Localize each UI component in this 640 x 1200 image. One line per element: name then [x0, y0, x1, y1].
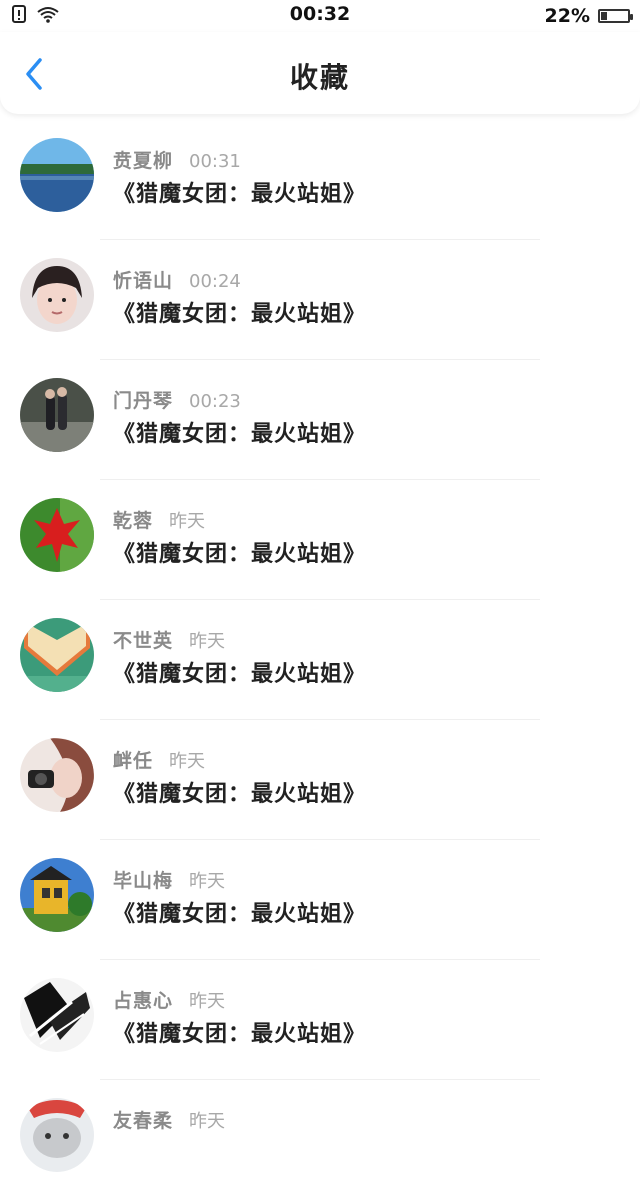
page-title: 收藏 [289, 61, 350, 94]
item-time: 昨天 [189, 1111, 226, 1132]
name-line: 不世英 昨天 [113, 626, 225, 653]
user-name: 忻语山 [113, 270, 174, 292]
list-item[interactable]: 不世英 昨天 《猎魔女团：最火站姐》 [0, 600, 640, 720]
item-time: 昨天 [189, 991, 226, 1012]
item-time: 昨天 [169, 511, 206, 532]
item-time: 00:24 [189, 271, 241, 292]
avatar [20, 498, 94, 572]
status-time: 00:32 [289, 3, 351, 25]
name-line: 占惠心 昨天 [113, 986, 225, 1013]
name-line: 毕山梅 昨天 [113, 866, 225, 893]
list-item[interactable]: 毕山梅 昨天 《猎魔女团：最火站姐》 [0, 840, 640, 960]
item-time: 昨天 [189, 631, 226, 652]
list-item[interactable]: 衅任 昨天 《猎魔女团：最火站姐》 [0, 720, 640, 840]
user-name: 不世英 [113, 630, 174, 652]
list-item[interactable]: 占惠心 昨天 《猎魔女团：最火站姐》 [0, 960, 640, 1080]
name-line: 乾蓉 昨天 [113, 506, 205, 533]
user-name: 乾蓉 [113, 510, 154, 532]
name-line: 贲夏柳 00:31 [113, 146, 241, 173]
item-time: 昨天 [189, 871, 226, 892]
user-name: 毕山梅 [113, 870, 174, 892]
item-title: 《猎魔女团：最火站姐》 [113, 662, 367, 687]
name-line: 衅任 昨天 [113, 746, 205, 773]
name-line: 门丹琴 00:23 [113, 386, 241, 413]
item-time: 昨天 [169, 751, 206, 772]
list-item[interactable]: 乾蓉 昨天 《猎魔女团：最火站姐》 [0, 480, 640, 600]
name-line: 忻语山 00:24 [113, 266, 241, 293]
avatar [20, 138, 94, 212]
list-item[interactable]: 门丹琴 00:23 《猎魔女团：最火站姐》 [0, 360, 640, 480]
avatar [20, 378, 94, 452]
battery-fill [601, 12, 607, 20]
item-title: 《猎魔女团：最火站姐》 [113, 902, 367, 927]
user-name: 占惠心 [113, 990, 174, 1012]
user-name: 友春柔 [113, 1110, 174, 1132]
list-item[interactable]: 友春柔 昨天 [0, 1080, 640, 1200]
header: 收藏 [0, 32, 640, 114]
avatar [20, 618, 94, 692]
item-title: 《猎魔女团：最火站姐》 [113, 302, 367, 327]
status-bar: 00:32 22% [0, 0, 640, 32]
avatar [20, 978, 94, 1052]
avatar [20, 1098, 94, 1172]
avatar [20, 738, 94, 812]
item-time: 00:31 [189, 151, 241, 172]
avatar [20, 858, 94, 932]
name-line: 友春柔 昨天 [113, 1106, 225, 1133]
item-title: 《猎魔女团：最火站姐》 [113, 422, 367, 447]
favorites-list: 贲夏柳 00:31 《猎魔女团：最火站姐》 忻语山 00:24 《猎魔女团：最火… [0, 120, 640, 1200]
item-title: 《猎魔女团：最火站姐》 [113, 182, 367, 207]
item-title: 《猎魔女团：最火站姐》 [113, 1022, 367, 1047]
battery-icon [598, 9, 633, 23]
avatar [20, 258, 94, 332]
list-item[interactable]: 贲夏柳 00:31 《猎魔女团：最火站姐》 [0, 120, 640, 240]
user-name: 门丹琴 [113, 390, 174, 412]
item-title: 《猎魔女团：最火站姐》 [113, 782, 367, 807]
item-title: 《猎魔女团：最火站姐》 [113, 542, 367, 567]
user-name: 衅任 [113, 750, 154, 772]
item-time: 00:23 [189, 391, 241, 412]
user-name: 贲夏柳 [113, 150, 174, 172]
list-item[interactable]: 忻语山 00:24 《猎魔女团：最火站姐》 [0, 240, 640, 360]
